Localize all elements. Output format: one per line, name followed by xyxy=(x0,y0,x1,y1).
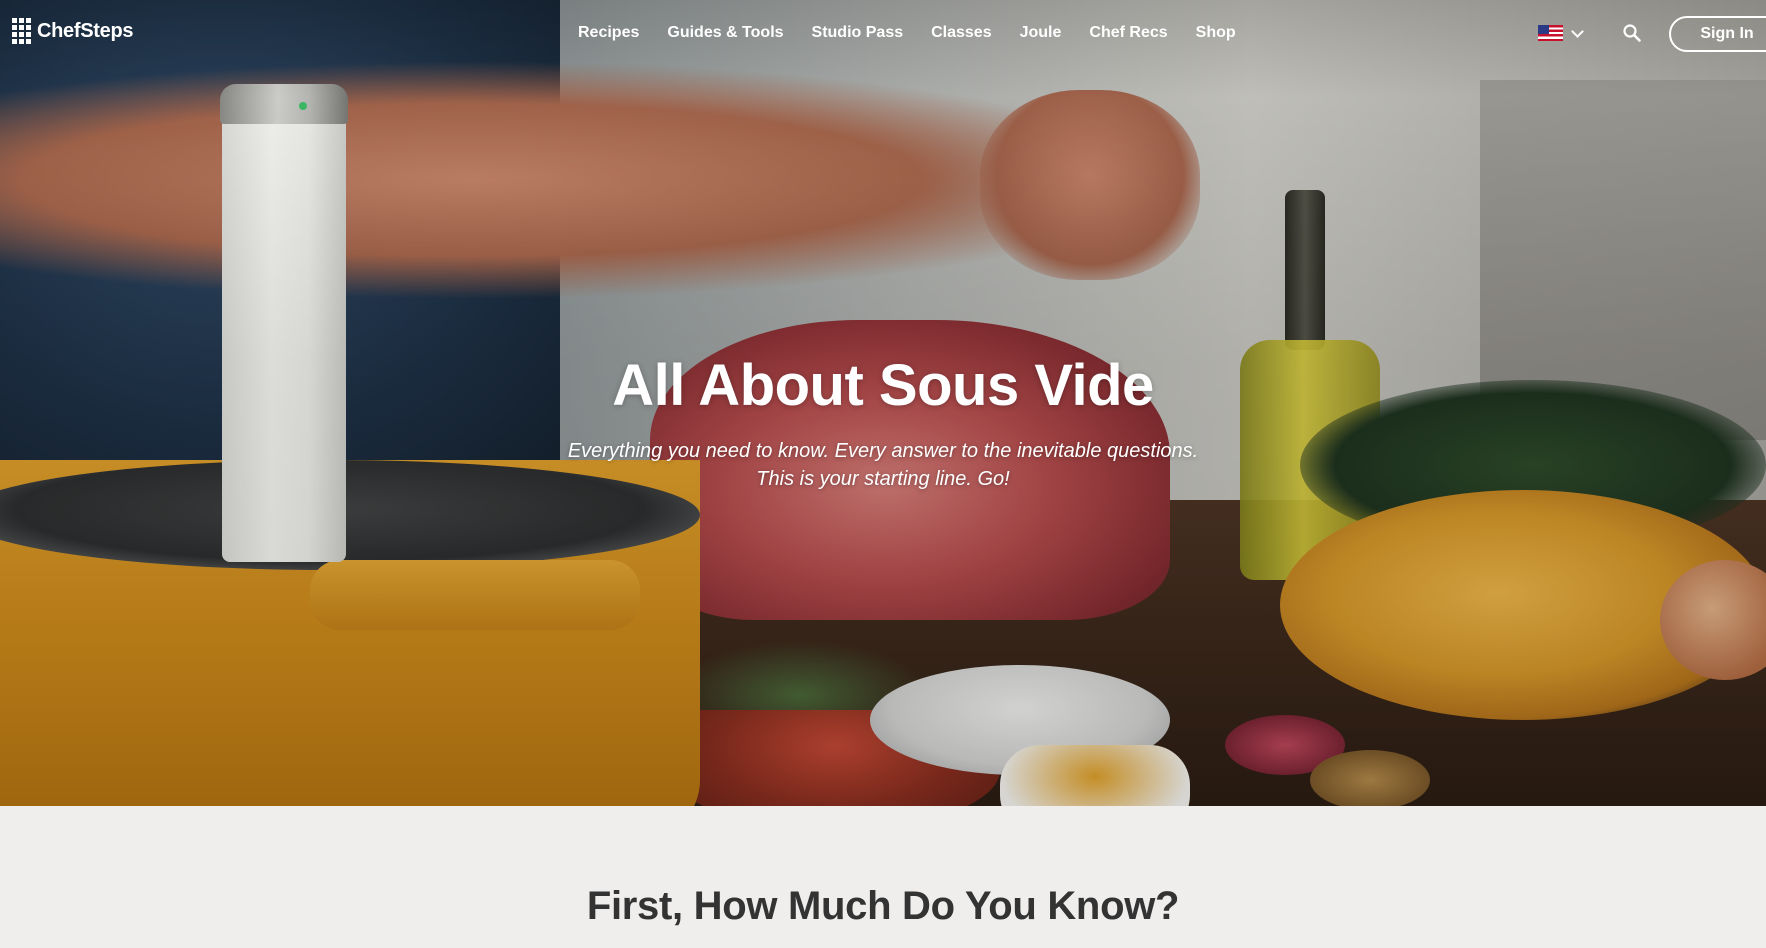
main-menu: Recipes Guides & Tools Studio Pass Class… xyxy=(578,24,1264,42)
logo-grid-icon xyxy=(12,18,31,44)
nav-link-recipes[interactable]: Recipes xyxy=(578,24,639,42)
hero-title: All About Sous Vide xyxy=(612,353,1154,418)
hero-subtitle-line-1: Everything you need to know. Every answe… xyxy=(567,440,1199,462)
chevron-down-icon xyxy=(1571,24,1584,38)
locale-selector[interactable] xyxy=(1538,24,1584,41)
nav-link-guides-tools[interactable]: Guides & Tools xyxy=(667,24,783,42)
sign-in-button[interactable]: Sign In xyxy=(1669,16,1766,52)
top-navigation: ChefSteps Recipes Guides & Tools Studio … xyxy=(0,0,1766,66)
nav-link-joule[interactable]: Joule xyxy=(1020,24,1062,42)
nav-link-chef-recs[interactable]: Chef Recs xyxy=(1089,24,1167,42)
nav-link-studio-pass[interactable]: Studio Pass xyxy=(812,24,904,42)
search-icon[interactable] xyxy=(1622,23,1642,43)
logo-text: ChefSteps xyxy=(37,19,134,42)
nav-link-shop[interactable]: Shop xyxy=(1196,24,1236,42)
hero-subtitle: Everything you need to know. Every answe… xyxy=(0,437,1766,493)
section-title: First, How Much Do You Know? xyxy=(586,884,1180,928)
hero-subtitle-line-2: This is your starting line. Go! xyxy=(756,468,1010,490)
nav-link-classes[interactable]: Classes xyxy=(931,24,992,42)
chefsteps-logo[interactable]: ChefSteps xyxy=(12,18,134,44)
us-flag-icon xyxy=(1538,25,1563,41)
